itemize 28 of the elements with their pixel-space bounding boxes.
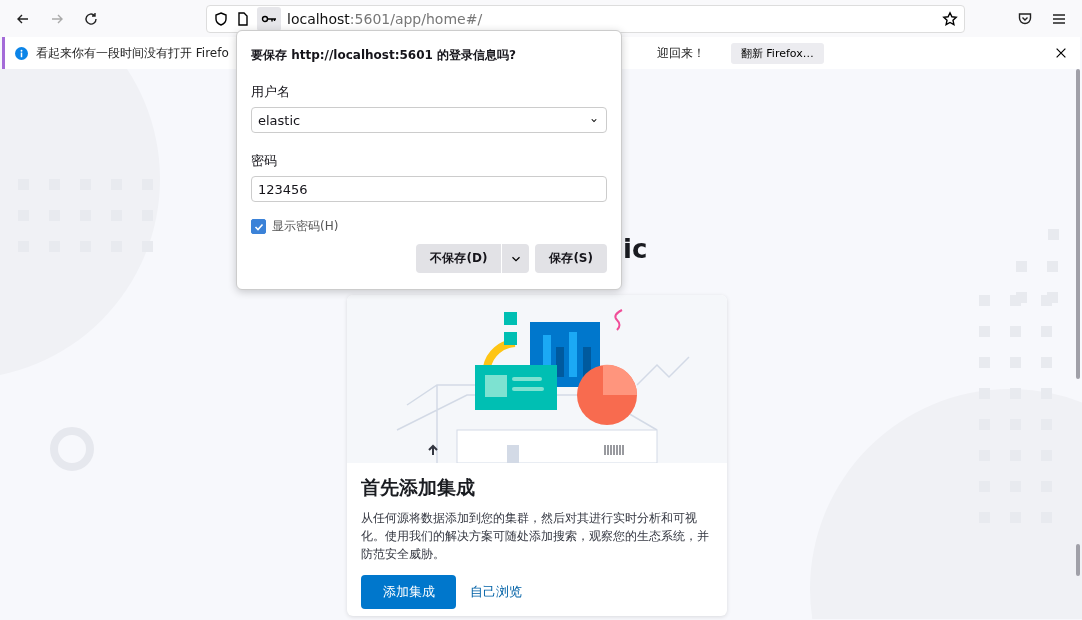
address-bar[interactable]: localhost:5601/app/home#/ bbox=[206, 4, 965, 33]
page-icon bbox=[235, 10, 251, 27]
card-title: 首先添加集成 bbox=[361, 475, 476, 500]
password-field[interactable]: 123456 bbox=[251, 176, 607, 202]
key-button[interactable] bbox=[257, 6, 281, 31]
show-password-checkbox[interactable] bbox=[251, 219, 266, 234]
shield-icon bbox=[213, 10, 229, 27]
star-icon bbox=[942, 10, 958, 27]
username-field[interactable]: elastic bbox=[251, 107, 607, 133]
dont-save-button[interactable]: 不保存(D) bbox=[416, 244, 502, 273]
pocket-icon bbox=[1017, 10, 1033, 27]
username-label: 用户名 bbox=[251, 83, 291, 101]
browse-link[interactable]: 自己浏览 bbox=[470, 583, 522, 601]
url-text: localhost:5601/app/home#/ bbox=[287, 10, 484, 27]
checkmark-icon bbox=[253, 221, 264, 232]
info-icon bbox=[15, 46, 28, 60]
reload-icon bbox=[83, 10, 99, 27]
page-heading: ic bbox=[623, 233, 648, 266]
show-password-label: 显示密码(H) bbox=[272, 218, 339, 235]
notification-message: 看起来你有一段时间没有打开 Firefo bbox=[36, 44, 229, 62]
refresh-button[interactable]: 翻新 Firefox… bbox=[730, 42, 824, 64]
save-button[interactable]: 保存(S) bbox=[535, 244, 607, 273]
add-integration-button[interactable]: 添加集成 bbox=[361, 575, 456, 609]
close-icon bbox=[1054, 46, 1068, 60]
password-label: 密码 bbox=[251, 152, 278, 170]
notification-message: 迎回来！ bbox=[656, 44, 705, 62]
card-description: 从任何源将数据添加到您的集群，然后对其进行实时分析和可视化。使用我们的解决方案可随处添加搜索，观察您的生态系统，并防范安全威胁。 bbox=[361, 510, 710, 563]
popup-title: 要保存 http://localhost:5601 的登录信息吗? bbox=[251, 47, 518, 64]
